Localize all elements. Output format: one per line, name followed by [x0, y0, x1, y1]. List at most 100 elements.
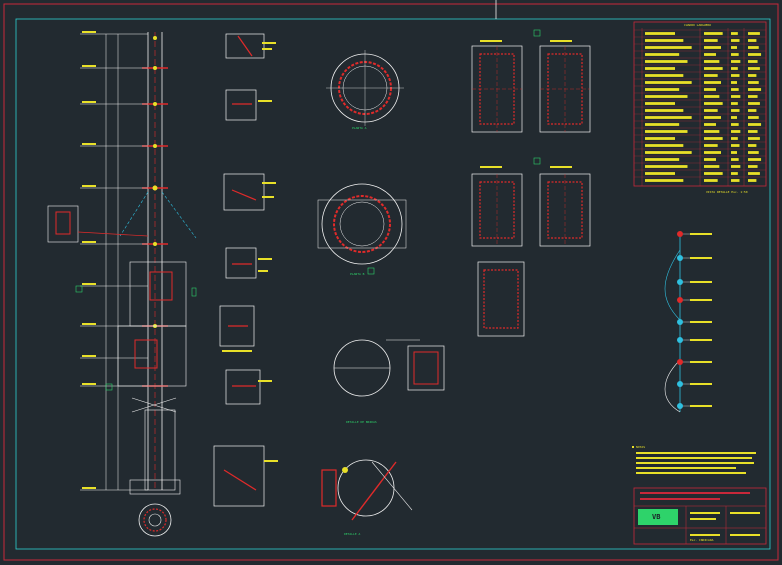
- bom-cell-text: [645, 81, 692, 84]
- bom-cell-text: [645, 109, 684, 112]
- bom-cell-text: [748, 158, 762, 161]
- bom-cell-text: [731, 102, 738, 105]
- outer-sheet-border: [3, 3, 779, 561]
- schematic-node-label: [690, 321, 712, 323]
- bom-cell-text: [704, 137, 723, 140]
- schematic-node: [677, 297, 683, 303]
- bom-cell-text: [731, 88, 739, 91]
- bom-cell-text: [748, 74, 757, 77]
- bom-cell-text: [704, 32, 723, 35]
- schematic-node-label: [690, 257, 712, 259]
- bom-cell-text: [748, 137, 760, 140]
- bom-cell-text: [645, 116, 692, 119]
- schematic-node: [677, 279, 683, 285]
- bom-cell-text: [645, 151, 692, 154]
- stack-elevation: [47, 31, 197, 537]
- bom-cell-text: [731, 151, 737, 154]
- bom-cell-text: [748, 172, 760, 175]
- bom-cell-text: [731, 32, 738, 35]
- bom-cell-text: [731, 39, 740, 42]
- bom-cell-text: [704, 144, 718, 147]
- schematic-node-label: [690, 339, 712, 341]
- bom-cell-text: [704, 179, 718, 182]
- bom-cell-text: [704, 158, 716, 161]
- schematic-node: [677, 359, 683, 365]
- schematic-node: [677, 337, 683, 343]
- drawing-frame: [15, 18, 771, 550]
- bom-cell-text: [731, 158, 739, 161]
- bom-cell-text: [645, 46, 692, 49]
- bom-cell-text: [731, 53, 739, 56]
- bom-cell-text: [731, 60, 741, 63]
- bom-cell-text: [731, 130, 741, 133]
- schematic-node: [677, 255, 683, 261]
- cad-drawing-sheet: [3, 0, 779, 561]
- bom-cell-text: [704, 172, 723, 175]
- bom-cell-text: [645, 158, 680, 161]
- bom-cell-text: [731, 137, 738, 140]
- bom-cell-text: [704, 53, 716, 56]
- bom-cell-text: [704, 151, 721, 154]
- schematic-node: [677, 231, 683, 237]
- schematic-node-label: [690, 299, 712, 301]
- flange-detail: [333, 339, 445, 397]
- notes-heading: NOTAS: [636, 445, 646, 449]
- bom-cell-text: [704, 123, 716, 126]
- bom-cell-text: [704, 74, 718, 77]
- stack-schematic: [664, 231, 712, 413]
- bom-cell-text: [645, 137, 675, 140]
- bom-cell-text: [748, 179, 757, 182]
- bom-cell-text: [748, 53, 762, 56]
- bom-cell-text: [748, 39, 757, 42]
- bom-cell-text: [645, 102, 675, 105]
- bom-cell-text: [731, 165, 741, 168]
- bom-cell-text: [748, 67, 760, 70]
- bom-cell-text: [748, 95, 758, 98]
- title-block-scale: Esc. INDICADA: [690, 538, 714, 542]
- bom-cell-text: [748, 116, 759, 119]
- section-label-d: DETALLE A: [344, 532, 361, 536]
- schematic-node-label: [690, 383, 712, 385]
- bom-cell-text: [704, 60, 720, 63]
- bom-cell-text: [731, 95, 741, 98]
- bom-cell-text: [731, 46, 737, 49]
- plan-section-b: [317, 183, 407, 265]
- bom-cell-text: [704, 109, 718, 112]
- bom-cell-text: [645, 165, 688, 168]
- schematic-node-label: [690, 361, 712, 363]
- bom-cell-text: [731, 144, 740, 147]
- bom-cell-text: [645, 144, 684, 147]
- bom-table: [633, 21, 767, 187]
- company-logo-text: VB: [652, 513, 661, 521]
- schematic-node: [677, 319, 683, 325]
- bom-cell-text: [704, 116, 721, 119]
- section-label-a: PLANTA A: [352, 126, 367, 130]
- bom-cell-text: [748, 32, 760, 35]
- schematic-node-label: [690, 281, 712, 283]
- bom-cell-text: [645, 74, 684, 77]
- bom-cell-text: [704, 46, 721, 49]
- bom-cell-text: [645, 172, 675, 175]
- bom-cell-text: [645, 60, 688, 63]
- schematic-node: [677, 403, 683, 409]
- schematic-node-label: [690, 233, 712, 235]
- plate-details: [471, 40, 591, 337]
- bom-table-title: CUADRO LARGUERO: [684, 23, 712, 27]
- bom-cell-text: [748, 60, 758, 63]
- section-label-b: PLANTA B: [350, 272, 365, 276]
- bom-cell-text: [704, 67, 723, 70]
- bom-cell-text: [731, 74, 740, 77]
- bom-cell-text: [731, 116, 737, 119]
- bom-cell-text: [748, 144, 757, 147]
- bom-cell-text: [704, 88, 716, 91]
- bom-cell-text: [645, 67, 675, 70]
- bom-table-caption: VISTA DETALLE Esc. 1:50: [706, 190, 748, 194]
- bom-cell-text: [645, 53, 680, 56]
- bom-cell-text: [748, 109, 757, 112]
- schematic-node-label: [690, 405, 712, 407]
- bom-cell-text: [748, 165, 758, 168]
- bom-cell-text: [645, 88, 680, 91]
- bom-cell-text: [645, 39, 684, 42]
- bom-cell-text: [748, 151, 759, 154]
- bom-cell-text: [704, 81, 721, 84]
